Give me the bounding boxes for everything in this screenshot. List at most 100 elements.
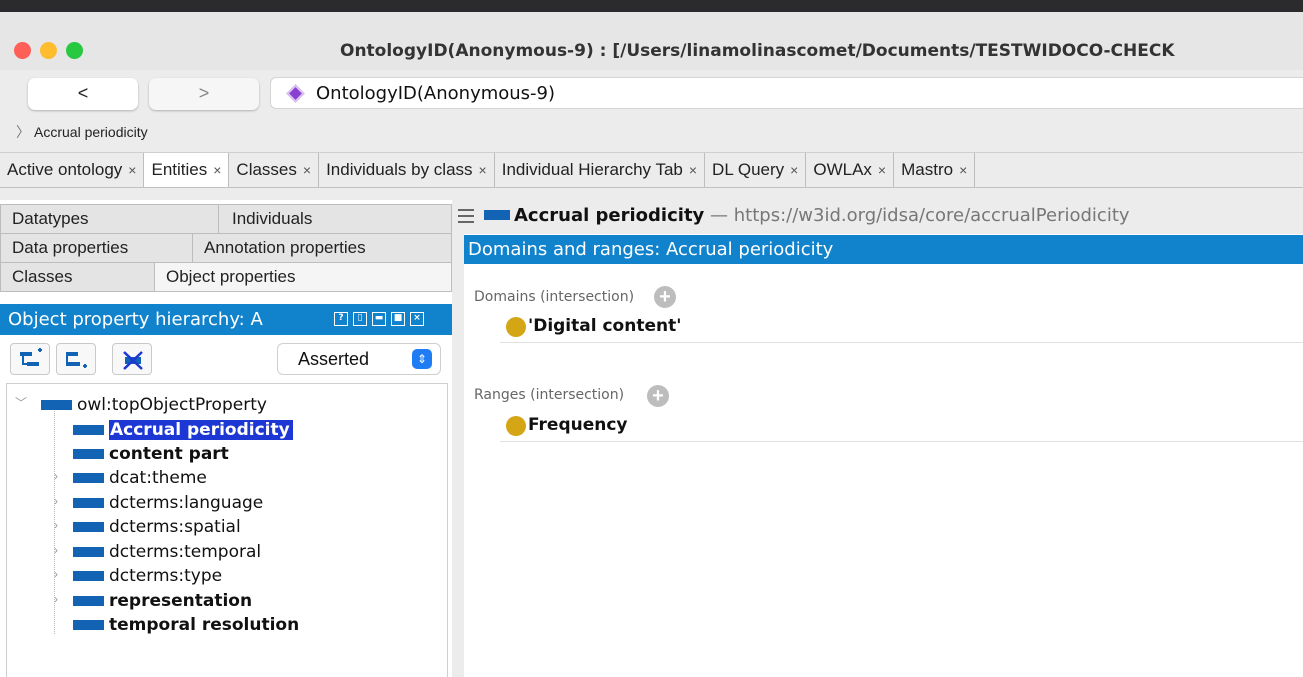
tree-item-label: temporal resolution (109, 615, 300, 635)
chevron-right-icon[interactable]: › (54, 469, 58, 483)
float-view-icon[interactable]: ■ (391, 312, 405, 326)
tree-item-label: dcat:theme (109, 468, 207, 488)
tree-item-root[interactable]: owl:topObjectProperty (41, 394, 267, 416)
domains-label: Domains (intersection) (474, 289, 635, 305)
split-horizontal-icon[interactable]: ▬ (372, 312, 386, 326)
entity-details-panel: Accrual periodicity — https://w3id.org/i… (458, 200, 1303, 677)
tab-mastro[interactable]: Mastro × (894, 153, 976, 187)
tree-item-label: owl:topObjectProperty (77, 395, 267, 415)
tab-object-properties[interactable]: Object properties (154, 262, 452, 292)
breadcrumb-label: Accrual periodicity (34, 124, 148, 140)
breadcrumb[interactable]: 〉 Accrual periodicity (16, 122, 148, 142)
add-domain-icon[interactable]: + (654, 286, 676, 308)
range-entry[interactable]: Frequency (528, 415, 628, 435)
ontology-diamond-icon (286, 84, 305, 103)
chevron-down-icon[interactable]: ﹀ (15, 394, 27, 411)
tab-active-ontology[interactable]: Active ontology × (0, 153, 145, 187)
close-tab-icon[interactable]: × (878, 162, 886, 178)
delete-property-icon (123, 351, 143, 370)
tab-entities[interactable]: Entities × (144, 153, 230, 187)
active-ontology-selector[interactable]: OntologyID(Anonymous-9) (270, 77, 1303, 109)
tab-dl-query[interactable]: DL Query × (705, 153, 807, 187)
hierarchy-view-select[interactable]: Asserted ⇕ (277, 343, 441, 375)
tab-owlax[interactable]: OWLAx × (806, 153, 895, 187)
tree-item[interactable]: content part (73, 443, 229, 465)
split-vertical-icon[interactable]: ▯ (353, 312, 367, 326)
object-property-tree: ﹀ owl:topObjectProperty Accrual periodic… (6, 383, 448, 677)
add-sibling-property-icon (66, 352, 87, 368)
tree-item[interactable]: dcterms:language (73, 492, 263, 514)
object-property-icon (73, 425, 104, 435)
back-button[interactable]: < (28, 78, 138, 110)
tab-individuals-by-class[interactable]: Individuals by class × (319, 153, 495, 187)
window-title: OntologyID(Anonymous-9) : [/Users/linamo… (340, 41, 1175, 61)
chevron-right-icon[interactable]: › (54, 543, 58, 557)
close-tab-icon[interactable]: × (128, 162, 136, 178)
chevron-right-icon[interactable]: › (54, 567, 58, 581)
workspace-tab-bar: Active ontology × Entities × Classes × Indi… (0, 152, 1303, 188)
object-property-icon (73, 498, 104, 508)
tab-datatypes[interactable]: Datatypes (0, 204, 219, 234)
class-icon (506, 317, 526, 337)
divider (500, 441, 1303, 442)
zoom-window-button[interactable] (66, 42, 83, 59)
tab-classes[interactable]: Classes × (229, 153, 320, 187)
chevron-right-icon[interactable]: › (54, 494, 58, 508)
entity-header: Accrual periodicity — https://w3id.org/i… (458, 200, 1303, 234)
add-sibling-property-button[interactable] (56, 343, 96, 375)
tree-item[interactable]: representation (73, 590, 252, 612)
toolbar: < > OntologyID(Anonymous-9) 〉 Accrual per… (0, 70, 1303, 152)
tree-item[interactable]: Accrual periodicity (73, 419, 293, 441)
object-property-icon (41, 400, 72, 410)
add-sub-property-button[interactable] (10, 343, 50, 375)
add-range-icon[interactable]: + (647, 385, 669, 407)
tree-item[interactable]: temporal resolution (73, 614, 299, 636)
close-tab-icon[interactable]: × (479, 162, 487, 178)
tab-data-properties[interactable]: Data properties (0, 233, 193, 263)
tree-item-label: content part (109, 444, 229, 464)
object-property-icon (73, 473, 104, 483)
close-tab-icon[interactable]: × (959, 162, 967, 178)
view-mode-value: Asserted (298, 349, 370, 369)
forward-button[interactable]: > (149, 78, 259, 110)
hierarchy-title: Object property hierarchy: A (8, 309, 263, 330)
minimize-window-button[interactable] (40, 42, 57, 59)
hamburger-menu-icon[interactable] (458, 209, 474, 223)
tree-item[interactable]: dcterms:temporal (73, 541, 261, 563)
ranges-label: Ranges (intersection) (474, 387, 625, 403)
help-icon[interactable]: ? (334, 312, 348, 326)
tree-item-label: representation (109, 591, 253, 611)
tab-annotation-properties[interactable]: Annotation properties (192, 233, 452, 263)
close-tab-icon[interactable]: × (303, 162, 311, 178)
delete-property-button[interactable] (112, 343, 152, 375)
active-ontology-name: OntologyID(Anonymous-9) (316, 83, 556, 104)
chevron-right-icon[interactable]: › (54, 592, 58, 606)
close-tab-icon[interactable]: × (790, 162, 798, 178)
tab-individuals[interactable]: Individuals (218, 204, 452, 234)
entity-name: Accrual periodicity (514, 205, 705, 226)
tab-entity-classes[interactable]: Classes (0, 262, 155, 292)
tree-item-label: dcterms:type (109, 566, 223, 586)
tree-item-label: dcterms:language (109, 493, 264, 513)
tree-item[interactable]: dcterms:spatial (73, 516, 241, 538)
domains-ranges-header: Domains and ranges: Accrual periodicity (464, 235, 1303, 264)
add-sub-property-icon (20, 348, 42, 366)
object-property-icon (73, 522, 104, 532)
tree-item[interactable]: dcterms:type (73, 565, 222, 587)
entity-title: Accrual periodicity — https://w3id.org/i… (484, 205, 1130, 226)
domain-entry[interactable]: 'Digital content' (528, 316, 681, 336)
object-property-icon (73, 571, 104, 581)
updown-chevron-icon: ⇕ (412, 349, 432, 369)
window-titlebar: OntologyID(Anonymous-9) : [/Users/linamo… (0, 12, 1303, 70)
class-icon (506, 416, 526, 436)
chevron-right-icon[interactable]: › (54, 518, 58, 532)
tab-individual-hierarchy[interactable]: Individual Hierarchy Tab × (495, 153, 706, 187)
tree-item-label: dcterms:temporal (109, 542, 262, 562)
panel-splitter[interactable] (452, 200, 464, 677)
close-tab-icon[interactable]: × (213, 162, 221, 178)
close-window-button[interactable] (14, 42, 31, 59)
close-view-icon[interactable]: × (410, 312, 424, 326)
close-tab-icon[interactable]: × (689, 162, 697, 178)
entity-iri: — https://w3id.org/idsa/core/accrualPeri… (710, 205, 1130, 226)
tree-item[interactable]: dcat:theme (73, 467, 207, 489)
